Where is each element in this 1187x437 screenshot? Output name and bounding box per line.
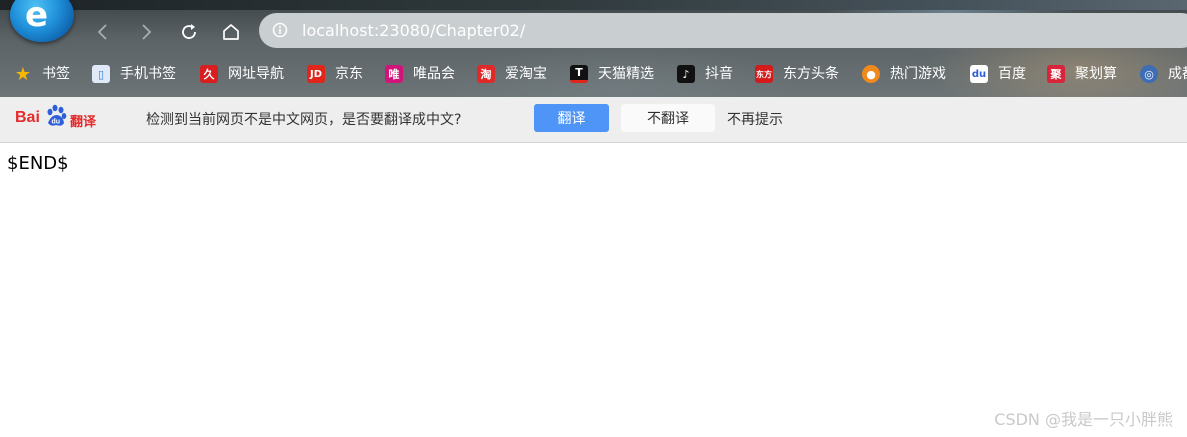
- bookmark-label: 唯品会: [413, 66, 455, 82]
- logo-suffix: 翻译: [70, 115, 97, 130]
- translate-message: 检测到当前网页不是中文网页，是否要翻译成中文?: [146, 112, 462, 128]
- bookmark-label: 爱淘宝: [505, 66, 547, 82]
- logo-text: Bai: [15, 109, 40, 126]
- bookmark-label: 东方头条: [783, 66, 839, 82]
- paw-icon: du: [47, 104, 67, 126]
- baidu-translate-logo: Bai du 翻译: [15, 104, 105, 130]
- bookmark-item-vip[interactable]: 唯 唯品会: [385, 63, 455, 85]
- chevron-right-icon: [142, 24, 152, 40]
- svg-text:du: du: [52, 119, 61, 126]
- info-icon[interactable]: [272, 22, 288, 38]
- tmall-icon: T: [570, 65, 588, 83]
- bookmark-item-navigation[interactable]: 久 网址导航: [200, 63, 284, 85]
- bookmark-label: 成都: [1168, 66, 1187, 82]
- bookmark-label: 书签: [42, 66, 70, 82]
- never-prompt-link[interactable]: 不再提示: [727, 111, 783, 129]
- browser-logo-icon[interactable]: e: [10, 0, 74, 42]
- bookmark-item-mobile[interactable]: ▯ 手机书签: [92, 63, 176, 85]
- bookmark-item-taobao[interactable]: 淘 爱淘宝: [477, 63, 547, 85]
- bookmarks-bar: ★ 书签 ▯ 手机书签 久 网址导航 JD 京东 唯 唯品会 淘 爱淘宝 T 天…: [0, 60, 1187, 88]
- vip-icon: 唯: [385, 65, 403, 83]
- chengdu-icon: ◎: [1140, 65, 1158, 83]
- browser-toolbar: e localhost:23080/Chapter02/ ★ 书签 ▯ 手机书签…: [0, 0, 1187, 97]
- translate-bar: Bai du 翻译 检测到当前网页不是中文网页，是否要翻译成中文? 翻译 不翻译…: [0, 97, 1187, 143]
- translate-button[interactable]: 翻译: [534, 104, 609, 132]
- back-button[interactable]: [91, 20, 115, 44]
- page-content-text: $END$: [7, 153, 69, 174]
- bookmark-label: 聚划算: [1075, 66, 1117, 82]
- bookmark-item-dftt[interactable]: 东方 东方头条: [755, 63, 839, 85]
- bookmark-label: 网址导航: [228, 66, 284, 82]
- chevron-left-icon: [97, 24, 107, 40]
- bookmark-item-juhuasuan[interactable]: 聚 聚划算: [1047, 63, 1117, 85]
- address-url[interactable]: localhost:23080/Chapter02/: [302, 21, 525, 41]
- taobao-icon: 淘: [477, 65, 495, 83]
- bookmark-label: 手机书签: [120, 66, 176, 82]
- jd-icon: JD: [307, 65, 325, 83]
- bookmark-label: 热门游戏: [890, 66, 946, 82]
- home-icon: [223, 24, 239, 40]
- dftt-icon: 东方: [755, 65, 773, 83]
- bookmark-item-shuqian[interactable]: ★ 书签: [14, 63, 70, 85]
- bookmark-label: 抖音: [705, 66, 733, 82]
- bookmark-label: 天猫精选: [598, 66, 654, 82]
- no-translate-button[interactable]: 不翻译: [621, 104, 715, 132]
- bookmark-item-jd[interactable]: JD 京东: [307, 63, 363, 85]
- game-icon: ●: [862, 65, 880, 83]
- home-button[interactable]: [219, 20, 243, 44]
- phone-icon: ▯: [92, 65, 110, 83]
- reload-button[interactable]: [177, 20, 201, 44]
- bookmark-item-tmall[interactable]: T 天猫精选: [570, 63, 654, 85]
- bookmark-item-douyin[interactable]: ♪ 抖音: [677, 63, 733, 85]
- bookmark-label: 京东: [335, 66, 363, 82]
- navigation-icon: 久: [200, 65, 218, 83]
- bookmark-label: 百度: [998, 66, 1026, 82]
- baidu-icon: du: [970, 65, 988, 83]
- bookmark-item-games[interactable]: ● 热门游戏: [862, 63, 946, 85]
- title-strip: [0, 0, 1187, 10]
- star-icon: ★: [14, 63, 32, 85]
- forward-button[interactable]: [134, 20, 158, 44]
- reload-icon: [182, 24, 196, 39]
- douyin-icon: ♪: [677, 65, 695, 83]
- bookmark-item-baidu[interactable]: du 百度: [970, 63, 1026, 85]
- csdn-watermark: CSDN @我是一只小胖熊: [994, 410, 1173, 429]
- juhuasuan-icon: 聚: [1047, 65, 1065, 83]
- address-bar[interactable]: localhost:23080/Chapter02/: [259, 13, 1187, 48]
- bookmark-item-chengdu[interactable]: ◎ 成都: [1140, 63, 1187, 85]
